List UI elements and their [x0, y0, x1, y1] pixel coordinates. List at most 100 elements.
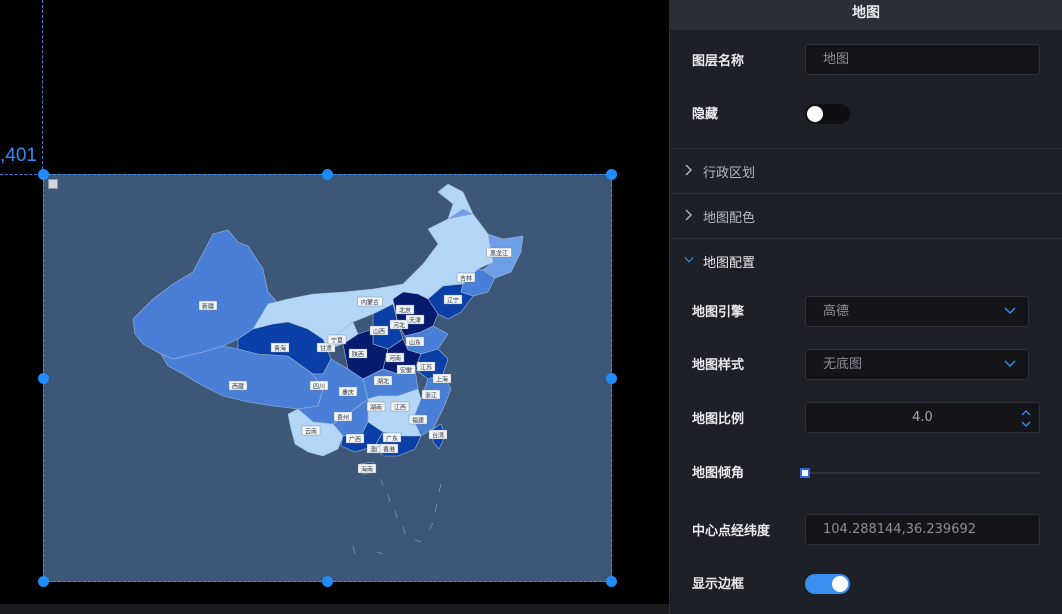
province-label-text: 台湾	[432, 432, 444, 440]
scale-label: 地图比例	[692, 412, 745, 427]
border-toggle[interactable]	[805, 574, 850, 594]
province-label: 吉林	[456, 272, 476, 283]
province-label: 重庆	[338, 386, 358, 397]
hidden-toggle[interactable]	[805, 104, 850, 124]
resize-handle-top[interactable]	[322, 169, 333, 180]
hidden-label: 隐藏	[692, 107, 719, 122]
resize-handle-top-left[interactable]	[38, 169, 49, 180]
engine-value: 高德	[823, 304, 850, 319]
province-label: 台湾	[428, 429, 448, 440]
province-label-text: 重庆	[342, 389, 354, 397]
coordinate-readout: ,401	[0, 145, 37, 166]
province-label: 江西	[390, 401, 410, 412]
canvas-scrollbar[interactable]	[0, 604, 669, 614]
style-select[interactable]: 无底图	[805, 349, 1029, 380]
province-label-text: 广东	[386, 435, 398, 443]
border-label: 显示边框	[692, 577, 745, 592]
section-map-color[interactable]: 地图配色	[670, 193, 1062, 238]
province-label: 河北	[389, 319, 409, 330]
section-label: 地图配色	[703, 211, 756, 226]
province-label: 海南	[357, 463, 377, 474]
resize-handle-left[interactable]	[38, 373, 49, 384]
tilt-row: 地图倾角	[670, 460, 1062, 484]
section-admin-division[interactable]: 行政区划	[670, 148, 1062, 193]
section-label: 地图配置	[703, 256, 756, 271]
section-label: 行政区划	[703, 166, 756, 181]
decrement-icon[interactable]	[1021, 420, 1031, 428]
province-label: 辽宁	[443, 294, 463, 305]
province-label-text: 黑龙江	[490, 250, 508, 258]
province-label: 江苏	[416, 361, 436, 372]
center-row: 中心点经纬度 104.288144,36.239692	[670, 514, 1062, 546]
chevron-down-icon	[1004, 360, 1016, 368]
editor-canvas[interactable]: ,401 新疆 西藏 青海 甘肃 内蒙古 黑龙江 吉林 辽宁 北京 天津 河北 …	[0, 0, 669, 614]
province-label-text: 浙江	[425, 392, 437, 400]
province-label-text: 湖南	[370, 404, 382, 412]
toggle-knob	[807, 106, 823, 122]
province-label: 浙江	[421, 389, 441, 400]
province-label: 湖南	[366, 401, 386, 412]
layer-name-input[interactable]: 地图	[805, 44, 1040, 75]
tilt-slider-track[interactable]	[805, 472, 1040, 474]
province-label-text: 湖北	[377, 378, 389, 386]
horizontal-guide-line	[0, 174, 42, 175]
toggle-knob	[832, 576, 848, 592]
province-label: 陕西	[348, 348, 368, 359]
province-label: 黑龙江	[486, 247, 512, 258]
province-label: 西藏	[228, 380, 248, 391]
province-label-text: 吉林	[460, 275, 472, 283]
vertical-guide-line	[42, 0, 43, 174]
province-label-text: 海南	[361, 466, 373, 474]
resize-handle-top-right[interactable]	[606, 169, 617, 180]
province-label: 宁夏	[327, 334, 347, 345]
resize-handle-bottom[interactable]	[322, 576, 333, 587]
section-map-config[interactable]: 地图配置	[670, 238, 1062, 283]
china-map: 新疆西藏 青海 甘肃 内蒙古 黑龙江吉林辽宁北京天津河北山西山东陕西 宁夏四川重庆 河南湖北…	[132, 183, 524, 555]
province-label: 天津	[405, 314, 425, 325]
center-label: 中心点经纬度	[692, 524, 771, 539]
engine-row: 地图引擎 高德	[670, 296, 1062, 328]
center-input[interactable]: 104.288144,36.239692	[805, 514, 1040, 545]
properties-panel: 地图 图层名称 地图 隐藏 行政区划 地图配色 地图配置 地图引擎 高德 地图样…	[669, 0, 1062, 614]
resize-handle-bottom-left[interactable]	[38, 576, 49, 587]
province-label-text: 福建	[412, 417, 424, 425]
resize-handle-right[interactable]	[606, 373, 617, 384]
province-label: 上海	[432, 373, 452, 384]
province-label-text: 北京	[399, 307, 411, 315]
scale-input[interactable]: 4.0	[805, 402, 1040, 433]
province-label-text: 广西	[349, 436, 361, 444]
chevron-down-icon	[1004, 307, 1016, 315]
border-row: 显示边框	[670, 572, 1062, 598]
increment-icon[interactable]	[1021, 409, 1031, 417]
province-label-text: 安徽	[400, 367, 412, 375]
province-label-text: 甘肃	[320, 345, 332, 353]
province-label: 北京	[395, 304, 415, 315]
province-label-text: 河北	[393, 322, 405, 330]
tilt-label: 地图倾角	[692, 466, 745, 481]
province-label: 广西	[345, 433, 365, 444]
broken-image-icon	[48, 179, 58, 189]
panel-title: 地图	[670, 0, 1062, 30]
province-label: 山东	[405, 336, 425, 347]
scale-value: 4.0	[912, 410, 933, 425]
engine-label: 地图引擎	[692, 305, 745, 320]
hidden-row: 隐藏	[670, 100, 1062, 126]
south-china-sea-islands	[352, 478, 442, 555]
chevron-down-icon	[684, 257, 694, 263]
chevron-right-icon	[685, 164, 692, 176]
province-label: 福建	[408, 414, 428, 425]
province-label-text: 山东	[409, 339, 421, 347]
province-label-text: 云南	[305, 428, 317, 436]
resize-handle-bottom-right[interactable]	[606, 576, 617, 587]
tilt-slider-thumb[interactable]	[800, 468, 810, 478]
province-label: 河南	[385, 352, 405, 363]
province-label-text: 贵州	[337, 414, 349, 422]
province-label-text: 新疆	[202, 303, 214, 311]
province-label-text: 辽宁	[447, 297, 459, 305]
province-label: 青海	[270, 342, 290, 353]
province-label: 贵州	[333, 411, 353, 422]
province-label: 内蒙古	[357, 296, 383, 307]
province-label: 香港	[379, 443, 399, 454]
engine-select[interactable]: 高德	[805, 296, 1029, 327]
province-label-text: 江西	[394, 405, 406, 412]
